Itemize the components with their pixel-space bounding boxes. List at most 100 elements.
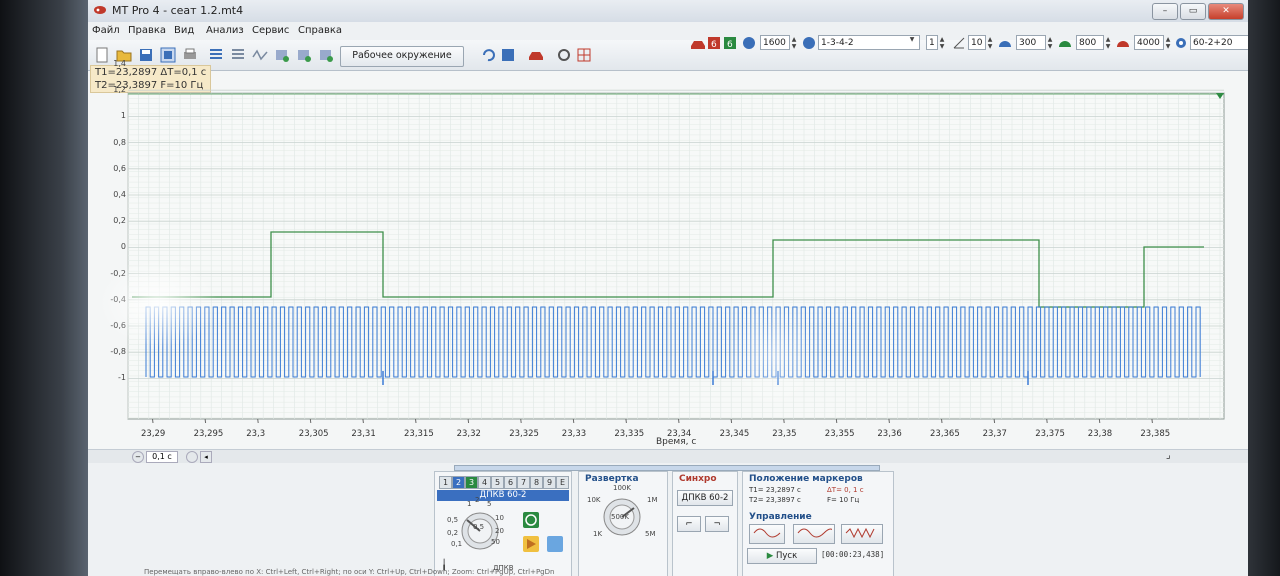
x-tick bbox=[415, 418, 417, 424]
svg-text:6: 6 bbox=[711, 40, 717, 50]
bottom-control-area: 123456789E ДПКВ 60-2 1 2 5 10 20 50 0,5 … bbox=[88, 463, 1248, 576]
dial-label-0-5: 0,5 bbox=[447, 516, 459, 524]
value2-spinner[interactable]: ▲ ▼ bbox=[1104, 36, 1112, 50]
marker-delta-t: ΔT= 0, 1 c bbox=[827, 486, 864, 494]
value1-field[interactable]: 300 bbox=[1016, 35, 1046, 50]
print-icon[interactable] bbox=[182, 47, 198, 63]
elapsed-time: [00:00:23,438] bbox=[821, 550, 885, 559]
channel-tab-3[interactable]: 3 bbox=[465, 476, 478, 489]
value1-spinner[interactable]: ▲ ▼ bbox=[1046, 36, 1054, 50]
dial-label-20: 20 bbox=[495, 527, 504, 535]
scroll-left-icon[interactable]: ◂ bbox=[200, 451, 212, 463]
start-button[interactable]: ▶ Пуск bbox=[747, 548, 817, 564]
x-tick bbox=[520, 418, 522, 424]
rpm-spinner[interactable]: ▲ ▼ bbox=[790, 36, 798, 50]
sweep-label-center: 500K bbox=[611, 513, 629, 521]
maximize-button[interactable]: ▭ bbox=[1180, 3, 1206, 20]
x-tick-label: 23,325 bbox=[509, 429, 539, 439]
x-tick-label: 23,375 bbox=[1035, 429, 1065, 439]
channel-add-icon[interactable] bbox=[274, 47, 290, 63]
x-tick-label: 23,385 bbox=[1140, 429, 1171, 439]
menu-file[interactable]: Файл bbox=[92, 25, 120, 36]
menu-analysis[interactable]: Анализ bbox=[206, 25, 244, 36]
sweep-label-bottom-right: 5M bbox=[645, 530, 656, 538]
value3-spinner[interactable]: ▲ ▼ bbox=[1164, 36, 1172, 50]
save-small-icon[interactable] bbox=[500, 47, 516, 63]
sync-rising-edge-icon[interactable]: ⌐ bbox=[677, 516, 701, 532]
channel-tab-5[interactable]: 5 bbox=[491, 476, 504, 489]
firing-order-dropdown-icon[interactable]: ▼ bbox=[908, 36, 916, 50]
firing-order-icon bbox=[802, 36, 818, 52]
firing-order-select[interactable]: 1-3-4-2 bbox=[818, 35, 920, 50]
x-tick bbox=[204, 418, 207, 424]
timebase-field[interactable]: 0,1 с bbox=[146, 451, 178, 463]
dial-label-10: 10 bbox=[495, 514, 504, 522]
single-sweep-icon[interactable] bbox=[749, 524, 785, 544]
channel-tab-4[interactable]: 4 bbox=[478, 476, 491, 489]
invert-toggle-icon[interactable] bbox=[523, 536, 539, 552]
angle-field[interactable]: 10 bbox=[968, 35, 986, 50]
play-icon: ▶ bbox=[766, 551, 774, 561]
x-tick bbox=[625, 418, 627, 424]
crank-pattern-select[interactable]: 60-2+20 bbox=[1190, 35, 1248, 50]
channel-tab-8[interactable]: 8 bbox=[530, 476, 543, 489]
dial-center-label: 0,5 bbox=[473, 523, 485, 531]
x-tick-label: 23,32 bbox=[456, 429, 481, 439]
plot-canvas[interactable] bbox=[88, 71, 1248, 449]
channels-grid-icon[interactable] bbox=[208, 47, 224, 63]
car-icon[interactable] bbox=[528, 47, 544, 63]
sweep-label-top: 100K bbox=[613, 484, 631, 492]
channel-tab-9[interactable]: 9 bbox=[543, 476, 556, 489]
rpm-field[interactable]: 1600 bbox=[760, 35, 790, 50]
x-tick-label: 23,355 bbox=[824, 429, 855, 439]
timebase-scroll-row: − 0,1 с ◂ ⌟ bbox=[88, 449, 1248, 464]
channel-tab-2[interactable]: 2 bbox=[452, 476, 465, 489]
y-tick-label: 1,4 bbox=[113, 59, 126, 68]
auto-sweep-icon[interactable] bbox=[841, 524, 883, 544]
menu-service[interactable]: Сервис bbox=[252, 25, 289, 36]
channel-add3-icon[interactable] bbox=[318, 47, 334, 63]
marker-t2-position: T2= 23,3897 c bbox=[749, 496, 801, 504]
channel-tab-1[interactable]: 1 bbox=[439, 476, 452, 489]
channel-tab-E[interactable]: E bbox=[556, 476, 569, 489]
x-tick-label: 23,345 bbox=[719, 429, 750, 439]
value3-field[interactable]: 4000 bbox=[1134, 35, 1164, 50]
wave-tool-icon[interactable] bbox=[252, 47, 268, 63]
sweep-label-left: 10K bbox=[587, 496, 601, 504]
menu-view[interactable]: Вид bbox=[174, 25, 194, 36]
x-tick bbox=[572, 418, 575, 424]
sync-falling-edge-icon[interactable]: ¬ bbox=[705, 516, 729, 532]
scale-toggle-icon[interactable] bbox=[547, 536, 563, 552]
grid-settings-icon[interactable] bbox=[576, 47, 592, 63]
cylinder-field[interactable]: 1 bbox=[926, 35, 938, 50]
zoom-in-icon[interactable] bbox=[186, 451, 198, 463]
environment-button[interactable]: Рабочее окружение bbox=[340, 46, 464, 67]
menu-help[interactable]: Справка bbox=[298, 25, 342, 36]
channel-tab-7[interactable]: 7 bbox=[517, 476, 530, 489]
start-label: Пуск bbox=[776, 551, 798, 561]
sync-panel: Синхро ДПКВ 60-2 ⌐ ¬ bbox=[672, 471, 738, 576]
normal-sweep-icon[interactable] bbox=[793, 524, 835, 544]
close-button[interactable]: ✕ bbox=[1208, 3, 1244, 20]
app-window: MT Pro 4 - сеат 1.2.mt4 – ▭ ✕ Файл Правк… bbox=[88, 0, 1248, 576]
y-tick-label: 0,8 bbox=[113, 137, 126, 147]
channel-tab-6[interactable]: 6 bbox=[504, 476, 517, 489]
save-as-icon[interactable] bbox=[160, 47, 176, 63]
angle-spinner[interactable]: ▲ ▼ bbox=[986, 36, 994, 50]
save-icon[interactable] bbox=[138, 47, 154, 63]
settings-tool-icon[interactable] bbox=[556, 47, 572, 63]
zoom-out-icon[interactable]: − bbox=[132, 451, 144, 463]
undo-icon[interactable] bbox=[480, 47, 496, 63]
channels-grid2-icon[interactable] bbox=[230, 47, 246, 63]
menu-edit[interactable]: Правка bbox=[128, 25, 166, 36]
x-tick-label: 23,305 bbox=[298, 429, 329, 439]
channel-add2-icon[interactable] bbox=[296, 47, 312, 63]
sweep-panel: Развертка 100K 10K 1M 500K 1K 5M bbox=[578, 471, 668, 576]
minimize-button[interactable]: – bbox=[1152, 3, 1178, 20]
sync-source-select[interactable]: ДПКВ 60-2 bbox=[677, 490, 733, 506]
x-tick bbox=[362, 418, 364, 424]
value2-field[interactable]: 800 bbox=[1076, 35, 1104, 50]
power-toggle-icon[interactable] bbox=[523, 512, 539, 528]
cylinder-spinner[interactable]: ▲ ▼ bbox=[938, 36, 946, 50]
resize-handle-icon[interactable]: ⌟ bbox=[1166, 450, 1171, 461]
